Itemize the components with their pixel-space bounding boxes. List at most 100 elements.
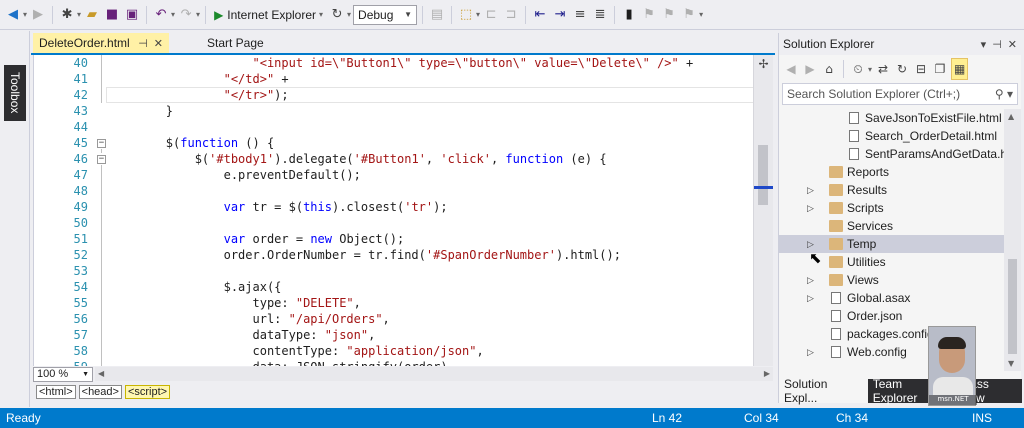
code-line[interactable]: contentType: "application/json", <box>108 343 483 359</box>
tree-item[interactable]: Reports <box>779 163 1004 181</box>
collapse-toggle-icon[interactable]: − <box>97 139 106 148</box>
refresh-icon[interactable]: ↻ <box>894 58 910 80</box>
tree-item[interactable]: Order.json <box>779 307 1004 325</box>
tree-item[interactable]: SentParamsAndGetData.h <box>779 145 1004 163</box>
expand-arrow-icon[interactable]: ▷ <box>807 293 814 304</box>
tree-item[interactable]: ▷ Scripts <box>779 199 1004 217</box>
expand-arrow-icon[interactable]: ▷ <box>807 347 814 358</box>
window-position-icon[interactable]: ▾ <box>981 38 987 51</box>
outdent-icon[interactable]: ⇥ <box>551 4 569 26</box>
navigate-dropdown-icon[interactable]: ▾ <box>476 10 480 19</box>
pin-icon[interactable]: ⊣ <box>992 38 1002 51</box>
undo-icon[interactable]: ↶ <box>152 4 170 26</box>
toolbox-tab[interactable]: Toolbox <box>4 65 26 121</box>
expand-arrow-icon[interactable]: ▷ <box>807 185 814 196</box>
code-line[interactable]: url: "/api/Orders", <box>108 311 389 327</box>
solution-explorer-scrollbar[interactable]: ▲ ▼ <box>1004 109 1021 371</box>
scrollbar-thumb[interactable] <box>1008 259 1017 354</box>
tab-solution-explorer[interactable]: Solution Expl... <box>779 377 868 405</box>
tree-item[interactable]: Services <box>779 217 1004 235</box>
code-line[interactable]: e.preventDefault(); <box>108 167 361 183</box>
breadcrumb-item-html[interactable]: <html> <box>36 385 76 399</box>
scroll-up-icon[interactable]: ▲ <box>1008 112 1014 121</box>
refresh-icon[interactable]: ↻ <box>328 4 346 26</box>
new-project-dropdown-icon[interactable]: ▾ <box>77 10 81 19</box>
code-line[interactable]: var order = new Object(); <box>108 231 405 247</box>
open-file-icon[interactable]: ▰ <box>83 4 101 26</box>
tree-item[interactable]: Search_OrderDetail.html <box>779 127 1004 145</box>
scroll-down-icon[interactable]: ▼ <box>1008 359 1014 368</box>
code-line[interactable]: "</td>" + <box>108 71 289 87</box>
code-line[interactable]: var tr = $(this).closest('tr'); <box>108 199 448 215</box>
scrollbar-thumb[interactable] <box>758 145 768 205</box>
home-icon[interactable]: ⌂ <box>821 58 837 80</box>
tab-deleteorder-html[interactable]: DeleteOrder.html ⊣ ✕ <box>33 33 169 53</box>
search-icon[interactable]: ⚲ ▾ <box>995 87 1013 101</box>
format2-icon[interactable]: ⊐ <box>502 4 520 26</box>
pin-icon[interactable]: ⊣ <box>138 37 148 50</box>
back-dropdown-icon[interactable]: ▾ <box>23 10 27 19</box>
save-icon[interactable]: ■ <box>103 4 121 26</box>
code-editor[interactable]: "<input id=\"Button1\" type=\"button\" v… <box>33 55 773 366</box>
close-icon[interactable]: ✕ <box>154 37 163 50</box>
configuration-select[interactable]: Debug ▼ <box>353 4 418 25</box>
redo-dropdown-icon[interactable]: ▾ <box>196 10 200 19</box>
code-line[interactable]: $.ajax({ <box>108 279 282 295</box>
collapse-toggle-icon[interactable]: − <box>97 155 106 164</box>
expand-arrow-icon[interactable]: ▷ <box>807 239 814 250</box>
editor-horizontal-scrollbar[interactable]: ◀ ▶ <box>95 367 773 381</box>
scroll-left-icon[interactable]: ◀ <box>98 367 104 381</box>
expand-arrow-icon[interactable]: ▷ <box>807 275 814 286</box>
comment-icon[interactable]: ≡ <box>571 4 589 26</box>
undo-dropdown-icon[interactable]: ▾ <box>171 10 175 19</box>
forward-icon[interactable]: ▶ <box>802 58 818 80</box>
solution-explorer-search[interactable]: Search Solution Explorer (Ctrl+;) ⚲ ▾ <box>782 83 1018 105</box>
code-line[interactable]: $(function () { <box>108 135 274 151</box>
breadcrumb-item-head[interactable]: <head> <box>78 385 122 399</box>
indent-icon[interactable]: ⇤ <box>531 4 549 26</box>
bookmark-clear-icon[interactable]: ⚑ <box>680 4 698 26</box>
expand-arrow-icon[interactable]: ▷ <box>807 203 814 214</box>
refresh-dropdown-icon[interactable]: ▾ <box>347 10 351 19</box>
code-line[interactable]: dataType: "json", <box>108 327 375 343</box>
uncomment-icon[interactable]: ≣ <box>591 4 609 26</box>
bookmark-icon[interactable]: ▮ <box>620 4 638 26</box>
bookmark-next-icon[interactable]: ⚑ <box>660 4 678 26</box>
tree-item[interactable]: ▷ Global.asax <box>779 289 1004 307</box>
run-button[interactable]: ▶ Internet Explorer ▾ <box>211 4 326 26</box>
back-icon[interactable]: ◀ <box>783 58 799 80</box>
bookmark-prev-icon[interactable]: ⚑ <box>640 4 658 26</box>
code-line[interactable]: $('#tbody1').delegate('#Button1', 'click… <box>108 151 607 167</box>
zoom-select[interactable]: 100 % ▼ <box>33 366 93 382</box>
tree-item[interactable]: ▷ Results <box>779 181 1004 199</box>
tree-item[interactable]: ▷ Views <box>779 271 1004 289</box>
tree-item[interactable]: SaveJsonToExistFile.html <box>779 109 1004 127</box>
tab-start-page[interactable]: Start Page <box>201 33 301 53</box>
code-line[interactable]: } <box>108 103 173 119</box>
sync-icon[interactable]: ⇄ <box>875 58 891 80</box>
toolbar-overflow-icon[interactable]: ▾ <box>699 10 703 19</box>
editor-vertical-scrollbar[interactable]: ✢ <box>753 55 773 366</box>
code-line[interactable]: "</tr>"); <box>108 87 289 103</box>
code-line[interactable]: order.OrderNumber = tr.find('#SpanOrderN… <box>108 247 621 263</box>
pending-changes-dropdown-icon[interactable]: ▾ <box>868 65 872 74</box>
breadcrumb-item-script[interactable]: <script> <box>124 385 171 399</box>
collapse-all-icon[interactable]: ⊟ <box>913 58 929 80</box>
pending-changes-icon[interactable]: ⏲ <box>850 58 866 80</box>
scroll-right-icon[interactable]: ▶ <box>764 367 770 381</box>
redo-icon[interactable]: ↷ <box>177 4 195 26</box>
new-project-icon[interactable]: ✱ <box>58 4 76 26</box>
preview-selected-icon[interactable]: ▦ <box>951 58 969 80</box>
navigate-icon[interactable]: ⬚ <box>457 4 475 26</box>
code-line[interactable]: data: JSON.stringify(order), <box>108 359 454 366</box>
format-icon[interactable]: ⊏ <box>482 4 500 26</box>
show-all-files-icon[interactable]: ❐ <box>932 58 948 80</box>
forward-icon[interactable]: ▶ <box>29 4 47 26</box>
save-all-icon[interactable]: ▣ <box>123 4 141 26</box>
close-icon[interactable]: ✕ <box>1008 38 1017 51</box>
code-line[interactable]: "<input id=\"Button1\" type=\"button\" v… <box>108 55 694 71</box>
find-in-files-icon[interactable]: ▤ <box>428 4 446 26</box>
back-icon[interactable]: ◀ <box>4 4 22 26</box>
split-editor-icon[interactable]: ✢ <box>756 57 771 71</box>
code-line[interactable]: type: "DELETE", <box>108 295 360 311</box>
